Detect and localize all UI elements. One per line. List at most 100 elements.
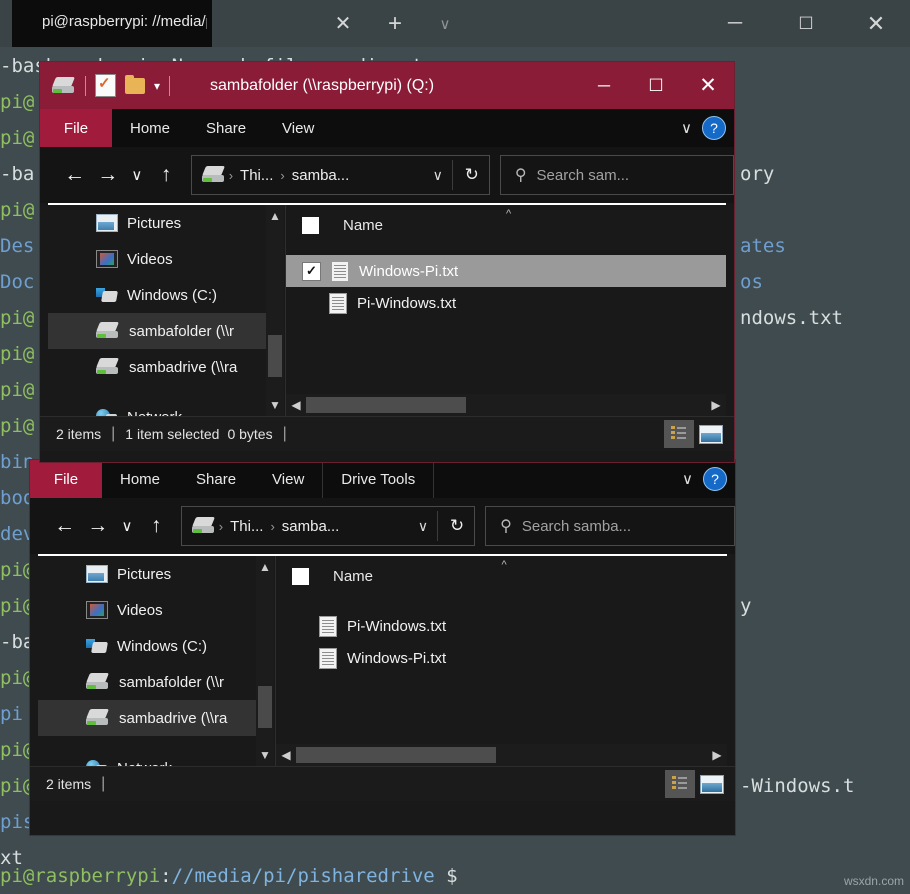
refresh-icon-2[interactable]: ↻	[450, 516, 464, 536]
column-header-row-2[interactable]: Name	[276, 556, 727, 596]
sidebar-item-sambadrive[interactable]: sambadrive (\\ra	[38, 700, 274, 736]
nav-scroll-up-icon-2[interactable]: ▲	[256, 556, 274, 578]
help-icon-1[interactable]: ?	[702, 116, 726, 140]
address-dropdown-icon-1[interactable]: ∨	[433, 167, 443, 184]
select-all-checkbox-1[interactable]	[302, 217, 319, 234]
navigation-pane-2[interactable]: PicturesVideosWindows (C:)sambafolder (\…	[38, 556, 274, 766]
select-all-checkbox-2[interactable]	[292, 568, 309, 585]
tab-home-2[interactable]: Home	[102, 460, 178, 498]
tab-file-2[interactable]: File	[30, 460, 102, 498]
recent-locations-icon-1[interactable]: ∨	[124, 147, 149, 203]
breadcrumb-samba-1[interactable]: samba...	[288, 167, 354, 184]
maximize-icon-1[interactable]: ☐	[630, 62, 682, 109]
hscroll-right-icon-1[interactable]: ▶	[706, 398, 726, 412]
search-box-1[interactable]: ⚲ Search sam...	[500, 155, 734, 195]
column-header-row-1[interactable]: Name	[286, 205, 726, 245]
sidebar-item-sambafolder[interactable]: sambafolder (\\r	[38, 664, 274, 700]
file-checkbox[interactable]: ✓	[302, 262, 321, 281]
large-icons-view-icon-1[interactable]	[696, 420, 726, 448]
properties-icon-1[interactable]	[95, 74, 116, 97]
file-row[interactable]: Pi-Windows.txt	[286, 287, 726, 319]
file-hscrollbar-1[interactable]: ◀ ▶	[286, 394, 726, 416]
file-checkbox[interactable]	[292, 650, 309, 667]
recent-locations-icon-2[interactable]: ∨	[114, 498, 139, 554]
terminal-line: pi@	[0, 372, 34, 408]
new-tab-icon[interactable]: +	[372, 0, 418, 47]
details-view-icon-1[interactable]	[664, 420, 694, 448]
sidebar-item-windows[interactable]: Windows (C:)	[48, 277, 284, 313]
details-view-icon-2[interactable]	[665, 770, 695, 798]
nav-scroll-thumb-1[interactable]	[268, 335, 282, 377]
sidebar-item-sambadrive[interactable]: sambadrive (\\ra	[48, 349, 284, 385]
hscroll-thumb-2[interactable]	[296, 747, 496, 763]
close-icon-1[interactable]: ✕	[682, 62, 734, 109]
explorer-window-sambafolder[interactable]: ▾ sambafolder (\\raspberrypi) (Q:) ─ ☐ ✕…	[40, 62, 734, 462]
hscroll-right-icon-2[interactable]: ▶	[707, 748, 727, 762]
nav-scroll-down-icon-2[interactable]: ▼	[256, 744, 274, 766]
window-minimize-icon[interactable]: ─	[712, 0, 758, 47]
sidebar-item-sambafolder[interactable]: sambafolder (\\r	[48, 313, 284, 349]
file-checkbox[interactable]	[292, 618, 309, 635]
nav-scrollbar-1[interactable]: ▲ ▼	[266, 205, 284, 416]
terminal-tab[interactable]: pi@raspberrypi: //media/pi/pishare	[12, 0, 212, 47]
sidebar-item-pictures[interactable]: Pictures	[38, 556, 274, 592]
nav-scrollbar-2[interactable]: ▲ ▼	[256, 556, 274, 766]
file-row[interactable]: Windows-Pi.txt	[276, 642, 727, 674]
minimize-icon-1[interactable]: ─	[578, 62, 630, 109]
tab-home-1[interactable]: Home	[112, 109, 188, 147]
sidebar-item-videos[interactable]: Videos	[38, 592, 274, 628]
large-icons-view-icon-2[interactable]	[697, 770, 727, 798]
breadcrumb-samba-2[interactable]: samba...	[278, 518, 344, 535]
tab-drive-tools-2[interactable]: Drive Tools	[322, 460, 434, 498]
sidebar-item-network[interactable]: Network	[38, 750, 274, 766]
nav-scroll-down-icon-1[interactable]: ▼	[266, 394, 284, 416]
window-close-icon[interactable]: ✕	[853, 0, 899, 47]
sidebar-item-windows[interactable]: Windows (C:)	[38, 628, 274, 664]
file-hscrollbar-2[interactable]: ◀ ▶	[276, 744, 727, 766]
file-list-pane-2[interactable]: ^ Name Pi-Windows.txtWindows-Pi.txt ◀ ▶	[276, 556, 727, 766]
address-bar-1[interactable]: › Thi... › samba... ∨ ↻	[191, 155, 490, 195]
navigation-pane-1[interactable]: PicturesVideosWindows (C:)sambafolder (\…	[48, 205, 284, 416]
nav-scroll-thumb-2[interactable]	[258, 686, 272, 728]
sidebar-item-videos[interactable]: Videos	[48, 241, 284, 277]
file-list-pane-1[interactable]: ^ Name ✓Windows-Pi.txtPi-Windows.txt ◀ ▶	[286, 205, 726, 416]
column-header-name-1[interactable]: Name	[343, 217, 383, 234]
chevron-down-icon[interactable]: ∨	[422, 0, 468, 47]
new-folder-icon-1[interactable]	[125, 78, 145, 94]
explorer-window-sambadrive[interactable]: Manage File Home Share View Drive Tools …	[30, 460, 735, 835]
ribbon-expand-icon-2[interactable]: ∨	[682, 470, 693, 488]
address-bar-2[interactable]: › Thi... › samba... ∨ ↻	[181, 506, 475, 546]
file-row[interactable]: Pi-Windows.txt	[276, 610, 727, 642]
refresh-icon-1[interactable]: ↻	[465, 165, 479, 185]
breadcrumb-this-pc-2[interactable]: Thi...	[226, 518, 267, 535]
tab-view-1[interactable]: View	[264, 109, 332, 147]
file-checkbox[interactable]	[302, 295, 319, 312]
search-box-2[interactable]: ⚲ Search samba...	[485, 506, 735, 546]
sidebar-item-pictures[interactable]: Pictures	[48, 205, 284, 241]
file-row[interactable]: ✓Windows-Pi.txt	[286, 255, 726, 287]
ribbon-expand-icon-1[interactable]: ∨	[681, 119, 692, 137]
help-icon-2[interactable]: ?	[703, 467, 727, 491]
up-icon-2[interactable]: ↑	[140, 498, 173, 554]
column-header-name-2[interactable]: Name	[333, 568, 373, 585]
breadcrumb-this-pc-1[interactable]: Thi...	[236, 167, 277, 184]
hscroll-thumb-1[interactable]	[306, 397, 466, 413]
up-icon-1[interactable]: ↑	[150, 147, 183, 203]
back-icon-2[interactable]: ←	[48, 498, 81, 554]
close-tab-icon[interactable]: ✕	[320, 0, 366, 47]
sidebar-item-network[interactable]: Network	[48, 399, 284, 416]
hscroll-left-icon-1[interactable]: ◀	[286, 398, 306, 412]
tab-share-1[interactable]: Share	[188, 109, 264, 147]
tab-view-2[interactable]: View	[254, 460, 322, 498]
address-dropdown-icon-2[interactable]: ∨	[418, 518, 428, 535]
tab-share-2[interactable]: Share	[178, 460, 254, 498]
forward-icon-2[interactable]: →	[81, 498, 114, 554]
back-icon-1[interactable]: ←	[58, 147, 91, 203]
qat-more-icon-1[interactable]: ▾	[154, 79, 160, 93]
title-bar-1[interactable]: ▾ sambafolder (\\raspberrypi) (Q:) ─ ☐ ✕	[40, 62, 734, 109]
tab-file-1[interactable]: File	[40, 109, 112, 147]
forward-icon-1[interactable]: →	[91, 147, 124, 203]
window-maximize-icon[interactable]: ☐	[783, 0, 829, 47]
hscroll-left-icon-2[interactable]: ◀	[276, 748, 296, 762]
nav-scroll-up-icon-1[interactable]: ▲	[266, 205, 284, 227]
